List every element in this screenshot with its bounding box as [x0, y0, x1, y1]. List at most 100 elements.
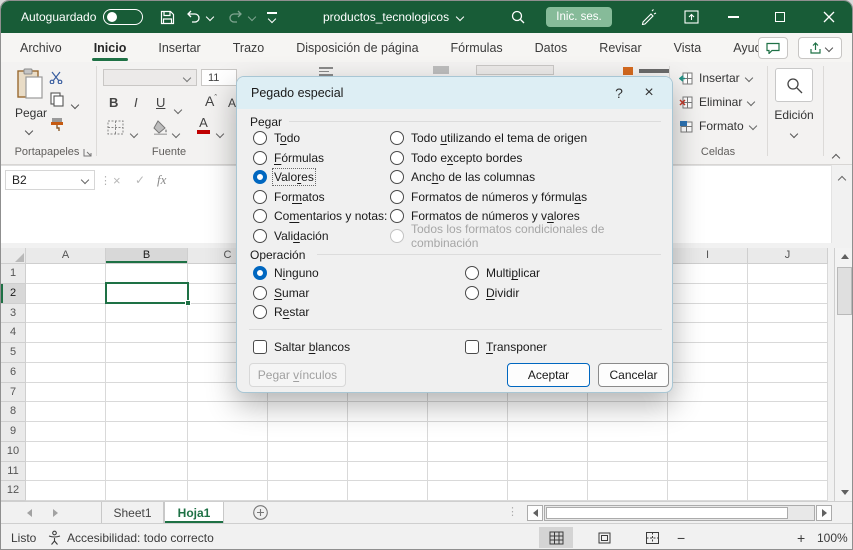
checkbox-icon[interactable] [253, 340, 267, 354]
formula-enter-icon[interactable]: ✓ [135, 170, 145, 190]
grid-cell-D9[interactable] [268, 422, 348, 442]
grid-cell-A9[interactable] [26, 422, 106, 442]
grid-cell-D12[interactable] [268, 481, 348, 501]
checkbox-icon[interactable] [465, 340, 479, 354]
fill-color-dropdown-icon[interactable] [173, 126, 179, 140]
redo-dropdown-icon[interactable] [247, 1, 257, 33]
grid-cell-A6[interactable] [26, 363, 106, 383]
grid-cell-J8[interactable] [748, 402, 828, 422]
grid-cell-C11[interactable] [188, 462, 268, 482]
radio-option-valores[interactable]: Valores [253, 169, 314, 185]
grid-cell-H10[interactable] [588, 442, 668, 462]
grid-cell-I10[interactable] [668, 442, 748, 462]
radio-option-validacion[interactable]: Validación [253, 228, 329, 244]
column-header-A[interactable]: A [26, 248, 106, 264]
radio-option-restar[interactable]: Restar [253, 304, 309, 320]
grid-cell-E9[interactable] [348, 422, 428, 442]
row-header-2[interactable]: 2 [1, 284, 26, 304]
formula-bar-drag-dots[interactable]: ⋮ [100, 170, 112, 190]
search-icon[interactable] [510, 1, 526, 33]
grid-cell-A7[interactable] [26, 383, 106, 403]
column-header-B[interactable]: B [106, 248, 188, 264]
undo-icon[interactable] [185, 1, 201, 33]
grid-cell-G12[interactable] [508, 481, 588, 501]
row-header-3[interactable]: 3 [1, 304, 26, 324]
active-cell-selection[interactable] [105, 282, 189, 304]
formula-cancel-icon[interactable]: × [113, 170, 121, 190]
radio-icon[interactable] [253, 131, 267, 145]
normal-view-button[interactable] [539, 527, 573, 548]
format-cells-button[interactable]: Formato [679, 119, 756, 133]
collapse-formula-bar-icon[interactable] [838, 176, 846, 184]
sheet-tab-hoja1[interactable]: Hoja1 [164, 502, 224, 523]
grid-cell-J10[interactable] [748, 442, 828, 462]
grid-cell-B3[interactable] [106, 304, 188, 324]
column-header-J[interactable]: J [748, 248, 828, 264]
row-header-12[interactable]: 12 [1, 481, 26, 501]
borders-dropdown-icon[interactable] [131, 126, 137, 140]
radio-option-ninguno[interactable]: Ninguno [253, 265, 319, 281]
grid-cell-C9[interactable] [188, 422, 268, 442]
grid-cell-B5[interactable] [106, 343, 188, 363]
grid-cell-A1[interactable] [26, 264, 106, 284]
ok-button[interactable]: Aceptar [507, 363, 590, 387]
cut-icon[interactable] [49, 71, 63, 84]
row-header-6[interactable]: 6 [1, 363, 26, 383]
paste-button[interactable] [15, 68, 45, 100]
zoom-in-button[interactable]: + [797, 524, 805, 550]
grid-cell-C12[interactable] [188, 481, 268, 501]
tab-archivo[interactable]: Archivo [18, 33, 64, 62]
grid-cell-I8[interactable] [668, 402, 748, 422]
grid-cell-J5[interactable] [748, 343, 828, 363]
grid-cell-H8[interactable] [588, 402, 668, 422]
tab-datos[interactable]: Datos [533, 33, 570, 62]
sheet-tab-sheet1[interactable]: Sheet1 [102, 502, 164, 523]
grid-cell-G10[interactable] [508, 442, 588, 462]
ribbon-display-options-icon[interactable] [682, 1, 700, 33]
grid-cell-B6[interactable] [106, 363, 188, 383]
grid-cell-H9[interactable] [588, 422, 668, 442]
grid-cell-B7[interactable] [106, 383, 188, 403]
scroll-left-button[interactable] [527, 505, 543, 521]
grid-cell-J6[interactable] [748, 363, 828, 383]
radio-option-formatos-numeros-formulas[interactable]: Formatos de números y fórmulas [390, 189, 587, 205]
vertical-scrollbar[interactable] [834, 248, 853, 501]
tab-revisar[interactable]: Revisar [597, 33, 643, 62]
grid-cell-J4[interactable] [748, 323, 828, 343]
radio-option-todo-tema-origen[interactable]: Todo utilizando el tema de origen [390, 130, 587, 146]
dialog-header[interactable]: Pegado especial ? × [237, 77, 672, 109]
page-layout-view-button[interactable] [587, 527, 621, 548]
radio-option-dividir[interactable]: Dividir [465, 285, 519, 301]
tab-insertar[interactable]: Insertar [156, 33, 202, 62]
grid-cell-I7[interactable] [668, 383, 748, 403]
grid-cell-I6[interactable] [668, 363, 748, 383]
grid-cell-B9[interactable] [106, 422, 188, 442]
grid-cell-C8[interactable] [188, 402, 268, 422]
zoom-level[interactable]: 100% [817, 524, 848, 550]
radio-icon[interactable] [253, 151, 267, 165]
bold-button[interactable]: B [109, 95, 118, 110]
radio-icon[interactable] [465, 266, 479, 280]
grid-cell-A3[interactable] [26, 304, 106, 324]
page-break-view-button[interactable] [635, 527, 669, 548]
row-header-9[interactable]: 9 [1, 422, 26, 442]
shrink-font-button[interactable]: A [228, 96, 236, 110]
grid-cell-D10[interactable] [268, 442, 348, 462]
horizontal-scroll-thumb[interactable] [546, 507, 788, 519]
grow-font-button[interactable]: Aˆ [205, 93, 217, 109]
grid-cell-G11[interactable] [508, 462, 588, 482]
vertical-scroll-thumb[interactable] [837, 267, 852, 315]
ink-pen-icon[interactable] [638, 1, 658, 33]
paste-label[interactable]: Pegar [7, 106, 55, 120]
grid-cell-F10[interactable] [428, 442, 508, 462]
grid-cell-J2[interactable] [748, 284, 828, 304]
tab-vista[interactable]: Vista [672, 33, 704, 62]
scroll-up-button[interactable] [835, 248, 853, 265]
row-header-8[interactable]: 8 [1, 402, 26, 422]
redo-icon[interactable] [227, 1, 243, 33]
tab-disposicion[interactable]: Disposición de página [294, 33, 420, 62]
quick-access-customize-icon[interactable] [265, 1, 279, 33]
radio-icon[interactable] [253, 209, 267, 223]
scroll-down-button[interactable] [835, 484, 853, 501]
cancel-button[interactable]: Cancelar [598, 363, 669, 387]
